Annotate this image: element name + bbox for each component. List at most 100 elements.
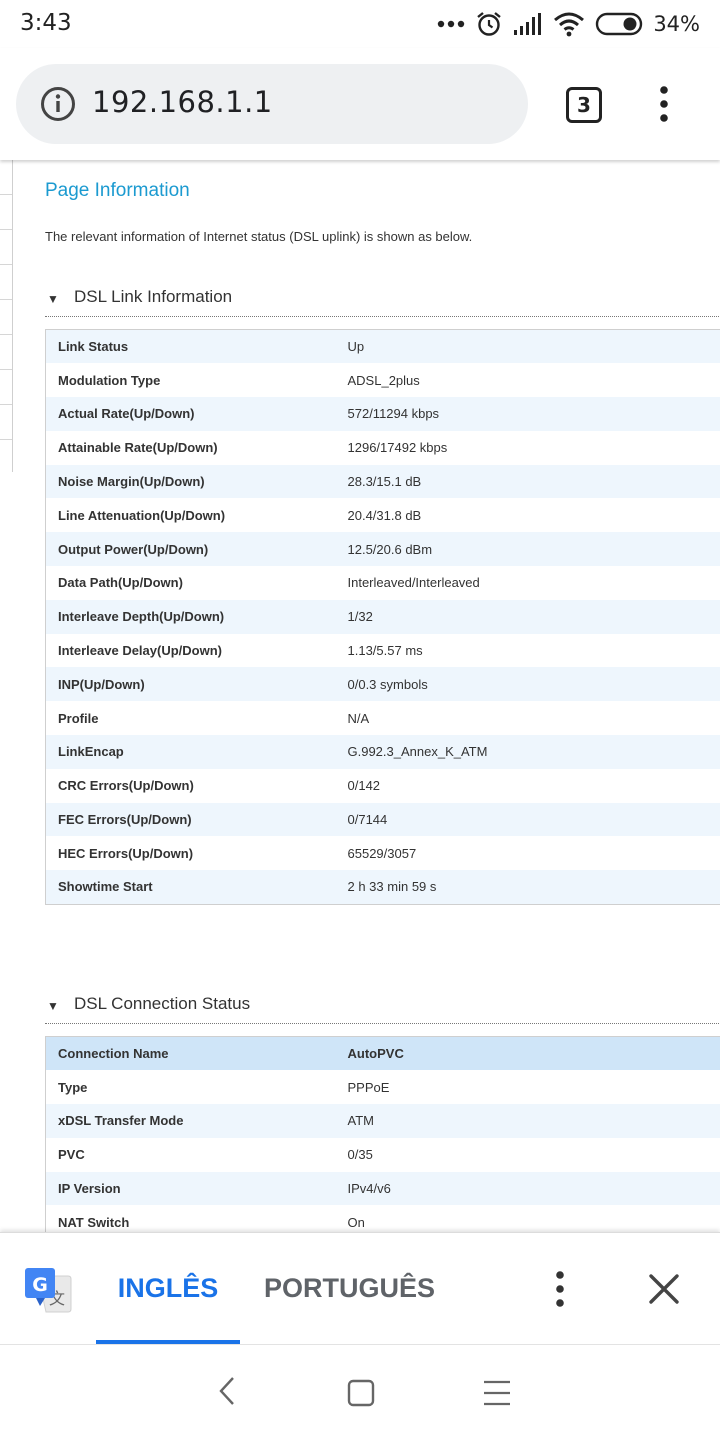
rail-cell[interactable] [0, 195, 12, 230]
row-value: ADSL_2plus [347, 372, 420, 388]
dsl-link-section-header[interactable]: ▼ DSL Link Information [45, 277, 720, 317]
rail-cell[interactable] [0, 160, 12, 195]
row-label: Profile [58, 710, 99, 726]
row-label: Connection Name [45, 1036, 336, 1071]
source-language-label: INGLÊS [117, 1273, 219, 1303]
row-label: Showtime Start [45, 870, 336, 905]
row-label: Interleave Depth(Up/Down) [45, 599, 336, 634]
left-navigation-rail [0, 160, 13, 472]
table-row: Attainable Rate(Up/Down) 1296/17492 kbps [46, 431, 720, 465]
recents-icon[interactable] [481, 1377, 513, 1409]
battery-icon [596, 12, 643, 36]
table-row: Line Attenuation(Up/Down) 20.4/31.8 dB [46, 498, 720, 532]
row-label: Line Attenuation(Up/Down) [58, 507, 226, 523]
row-value: Up [335, 329, 720, 364]
dsl-connection-table: Connection Name AutoPVC Type PPPoE xDSL Tr… [45, 1036, 720, 1232]
rail-cell[interactable] [0, 300, 12, 335]
row-value: 28.3/15.1 dB [335, 464, 720, 499]
table-header-row: Connection Name AutoPVC [45, 1036, 720, 1071]
table-row: Showtime Start 2 h 33 min 59 s [45, 870, 720, 905]
row-value: 65529/3057 [347, 845, 417, 861]
rail-cell[interactable] [0, 370, 12, 405]
table-row: INP(Up/Down) 0/0.3 symbols [45, 667, 720, 702]
row-label: Actual Rate(Up/Down) [45, 397, 336, 431]
row-value: 20.4/31.8 dB [347, 507, 422, 523]
battery-percent: 34% [653, 12, 700, 36]
row-value: ATM [335, 1104, 720, 1138]
web-page: Page Information The relevant informatio… [0, 160, 720, 1232]
collapse-triangle-icon[interactable]: ▼ [47, 292, 59, 306]
table-row: Profile N/A [46, 701, 720, 735]
address-bar[interactable]: 192.168.1.1 [16, 64, 528, 144]
table-row: Data Path(Up/Down) Interleaved/Interleave… [46, 566, 720, 600]
rail-cell[interactable] [0, 230, 12, 265]
row-label: Interleave Delay(Up/Down) [58, 643, 222, 659]
table-row: CRC Errors(Up/Down) 0/142 [46, 769, 720, 803]
translate-bar: 文 G INGLÊS PORTUGUÊS [0, 1232, 720, 1345]
rail-cell[interactable] [0, 405, 12, 440]
table-row: LinkEncap G.992.3_Annex_K_ATM [45, 735, 720, 769]
row-value: 1/32 [335, 599, 720, 634]
close-icon[interactable] [644, 1269, 684, 1309]
row-value: 0/142 [347, 778, 381, 794]
row-value: 0/7144 [335, 802, 720, 837]
home-icon[interactable] [345, 1377, 377, 1409]
table-row: Noise Margin(Up/Down) 28.3/15.1 dB [45, 464, 720, 499]
table-row: IP Version IPv4/v6 [45, 1171, 720, 1206]
info-icon[interactable] [40, 86, 76, 122]
signal-icon [514, 13, 542, 35]
more-dots-icon [438, 20, 465, 28]
system-nav-bar [0, 1344, 720, 1440]
row-label: Attainable Rate(Up/Down) [58, 440, 218, 456]
back-icon[interactable] [212, 1375, 244, 1407]
row-value: 0/35 [347, 1147, 373, 1163]
dsl-connection-section-header[interactable]: ▼ DSL Connection Status [45, 984, 720, 1024]
row-label: Output Power(Up/Down) [45, 532, 336, 567]
section-title: DSL Connection Status [74, 994, 251, 1013]
row-label: INP(Up/Down) [45, 667, 336, 702]
row-value: PPPoE [347, 1079, 390, 1095]
svg-text:G: G [32, 1274, 48, 1296]
table-row: NAT Switch On [46, 1205, 720, 1232]
alarm-icon [477, 12, 502, 36]
row-value: AutoPVC [335, 1036, 720, 1071]
page-title: Page Information [45, 180, 190, 201]
row-value: 1.13/5.57 ms [347, 643, 423, 659]
row-value: On [347, 1214, 365, 1230]
tab-switcher-button[interactable]: 3 [566, 87, 602, 123]
table-row: Modulation Type ADSL_2plus [46, 363, 720, 397]
row-label: HEC Errors(Up/Down) [58, 845, 194, 861]
table-row: Link Status Up [45, 329, 720, 364]
row-value: N/A [347, 710, 370, 726]
row-value: 12.5/20.6 dBm [335, 532, 720, 567]
row-value: 0/0.3 symbols [335, 667, 720, 702]
row-label: CRC Errors(Up/Down) [58, 778, 194, 794]
status-time: 3:43 [20, 10, 72, 36]
row-label: Data Path(Up/Down) [58, 575, 183, 591]
table-row: Actual Rate(Up/Down) 572/11294 kbps [45, 397, 720, 431]
row-value: 1296/17492 kbps [347, 440, 448, 456]
overflow-menu-icon[interactable] [644, 84, 684, 124]
table-row: FEC Errors(Up/Down) 0/7144 [45, 802, 720, 837]
row-label: xDSL Transfer Mode [45, 1104, 336, 1138]
row-value: Interleaved/Interleaved [347, 575, 480, 591]
table-row: Interleave Depth(Up/Down) 1/32 [45, 599, 720, 634]
dsl-link-table: Link Status Up Modulation Type ADSL_2plus Ac… [45, 329, 720, 905]
row-label: Noise Margin(Up/Down) [45, 464, 336, 499]
row-label: Modulation Type [58, 372, 161, 388]
rail-cell[interactable] [0, 335, 12, 370]
source-language-tab[interactable]: INGLÊS [96, 1233, 240, 1345]
row-label: IP Version [45, 1171, 336, 1206]
url-text[interactable]: 192.168.1.1 [92, 85, 273, 119]
row-label: FEC Errors(Up/Down) [45, 802, 336, 837]
row-label: LinkEncap [45, 735, 336, 769]
collapse-triangle-icon[interactable]: ▼ [47, 999, 59, 1013]
target-language-tab[interactable]: PORTUGUÊS [264, 1273, 435, 1304]
more-vert-icon[interactable] [540, 1269, 580, 1309]
rail-cell[interactable] [0, 265, 12, 300]
row-label: NAT Switch [58, 1214, 130, 1230]
row-label: Link Status [45, 329, 336, 364]
section-title: DSL Link Information [74, 287, 233, 306]
row-label: Type [58, 1079, 88, 1095]
status-bar: 3:43 34% [0, 0, 720, 48]
